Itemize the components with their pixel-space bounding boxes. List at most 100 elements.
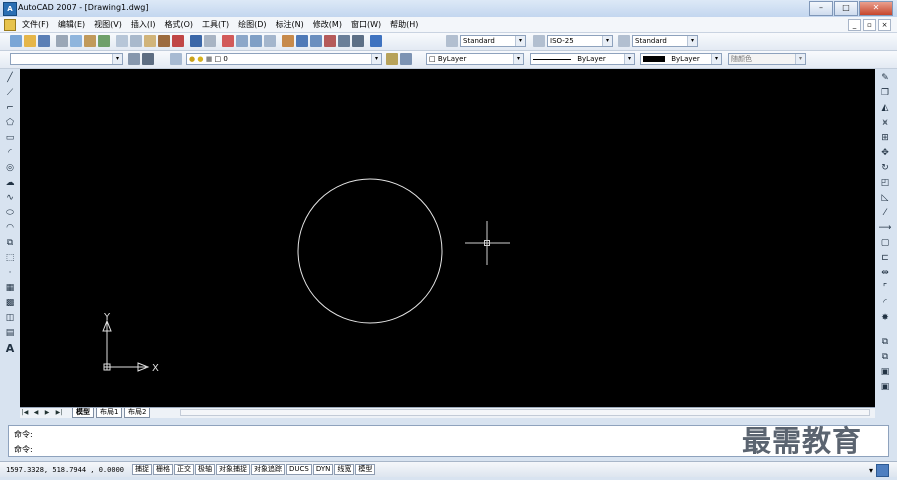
menu-item-1[interactable]: 编辑(E) xyxy=(58,19,85,30)
print-preview-icon[interactable] xyxy=(70,35,82,47)
workspace-select[interactable]: ▾ xyxy=(10,53,123,65)
autocad-app-icon[interactable]: A xyxy=(3,2,17,16)
construction-line-icon[interactable]: ⟋ xyxy=(4,87,16,99)
chevron-down-icon[interactable]: ▾ xyxy=(711,54,721,64)
spline-icon[interactable]: ∿ xyxy=(4,192,16,204)
text-style-icon[interactable] xyxy=(446,35,458,47)
copy-icon[interactable] xyxy=(130,35,142,47)
tab-first-button[interactable]: |◀ xyxy=(21,409,29,417)
3d-dwf-icon[interactable] xyxy=(98,35,110,47)
zoom-previous-icon[interactable] xyxy=(264,35,276,47)
doc-minimize-button[interactable]: _ xyxy=(848,19,861,31)
properties-icon[interactable] xyxy=(282,35,294,47)
workspace-settings-icon[interactable] xyxy=(128,53,140,65)
menu-item-2[interactable]: 视图(V) xyxy=(94,19,122,30)
layer-select[interactable]: ● ● ■ □ 0 ▾ xyxy=(186,53,382,65)
doc-restore-button[interactable]: ▫ xyxy=(863,19,876,31)
cut-icon[interactable] xyxy=(116,35,128,47)
close-button[interactable]: ✕ xyxy=(859,1,893,16)
tab-last-button[interactable]: ▶| xyxy=(55,409,63,417)
draw-order-front-icon[interactable]: ⧉ xyxy=(879,336,891,348)
status-toggle-1[interactable]: 栅格 xyxy=(153,464,173,475)
zoom-realtime-icon[interactable] xyxy=(236,35,248,47)
table-style-select[interactable]: Standard ▾ xyxy=(632,35,698,47)
draw-order-back-icon[interactable]: ⧉ xyxy=(879,351,891,363)
chevron-down-icon[interactable]: ▾ xyxy=(515,36,525,46)
tab-next-button[interactable]: ▶ xyxy=(43,409,51,417)
chevron-down-icon[interactable]: ▾ xyxy=(602,36,612,46)
horizontal-scrollbar[interactable] xyxy=(180,409,870,416)
dim-style-select[interactable]: ISO-25 ▾ xyxy=(547,35,613,47)
trim-icon[interactable]: ⁄ xyxy=(879,207,891,219)
status-toggle-3[interactable]: 极轴 xyxy=(195,464,215,475)
pan-icon[interactable] xyxy=(222,35,234,47)
save-icon[interactable] xyxy=(38,35,50,47)
paste-icon[interactable] xyxy=(144,35,156,47)
erase-icon[interactable]: ✎ xyxy=(879,72,891,84)
publish-icon[interactable] xyxy=(84,35,96,47)
tab-layout2[interactable]: 布局2 xyxy=(124,408,151,418)
offset-icon[interactable]: ⩙ xyxy=(879,117,891,129)
redo-icon[interactable] xyxy=(204,35,216,47)
print-icon[interactable] xyxy=(56,35,68,47)
layer-manager-icon[interactable] xyxy=(170,53,182,65)
break-icon[interactable]: ⊏ xyxy=(879,252,891,264)
dim-style-icon[interactable] xyxy=(533,35,545,47)
circle-icon[interactable]: ◎ xyxy=(4,162,16,174)
polyline-icon[interactable]: ⌐ xyxy=(4,102,16,114)
make-current-layer-icon[interactable] xyxy=(386,53,398,65)
send-under-icon[interactable]: ▣ xyxy=(879,381,891,393)
lineweight-select[interactable]: ByLayer ▾ xyxy=(640,53,722,65)
point-icon[interactable]: · xyxy=(4,267,16,279)
block-editor-icon[interactable] xyxy=(172,35,184,47)
status-toggle-6[interactable]: DUCS xyxy=(286,464,312,475)
zoom-window-icon[interactable] xyxy=(250,35,262,47)
line-icon[interactable]: ╱ xyxy=(4,72,16,84)
text-style-select[interactable]: Standard ▾ xyxy=(460,35,526,47)
ellipse-icon[interactable]: ⬭ xyxy=(4,207,16,219)
region-icon[interactable]: ◫ xyxy=(4,312,16,324)
calculator-icon[interactable] xyxy=(352,35,364,47)
status-toggle-8[interactable]: 线宽 xyxy=(334,464,355,475)
clean-screen-icon[interactable] xyxy=(876,464,889,477)
ellipse-arc-icon[interactable]: ◠ xyxy=(4,222,16,234)
plotstyle-select[interactable]: 随颜色 ▾ xyxy=(728,53,806,65)
chamfer-icon[interactable]: ⌜ xyxy=(879,282,891,294)
linetype-select[interactable]: ByLayer ▾ xyxy=(530,53,635,65)
menu-item-10[interactable]: 帮助(H) xyxy=(390,19,418,30)
rotate-icon[interactable]: ↻ xyxy=(879,162,891,174)
my-workspace-icon[interactable] xyxy=(142,53,154,65)
status-toggle-9[interactable]: 模型 xyxy=(355,464,376,475)
chevron-down-icon[interactable]: ▾ xyxy=(371,54,381,64)
fillet-icon[interactable]: ◜ xyxy=(879,297,891,309)
mirror-icon[interactable]: ◭ xyxy=(879,102,891,114)
tab-model[interactable]: 模型 xyxy=(72,408,94,418)
sheet-set-icon[interactable] xyxy=(324,35,336,47)
help-icon[interactable] xyxy=(370,35,382,47)
stretch-icon[interactable]: ◺ xyxy=(879,192,891,204)
table-icon[interactable]: ▤ xyxy=(4,327,16,339)
multiline-text-icon[interactable]: A xyxy=(4,342,16,355)
tab-layout1[interactable]: 布局1 xyxy=(96,408,123,418)
menu-item-3[interactable]: 插入(I) xyxy=(131,19,156,30)
gradient-icon[interactable]: ▩ xyxy=(4,297,16,309)
status-toggle-0[interactable]: 捕捉 xyxy=(132,464,152,475)
minimize-button[interactable]: – xyxy=(809,1,833,16)
explode-icon[interactable]: ✸ xyxy=(879,312,891,324)
menu-item-4[interactable]: 格式(O) xyxy=(164,19,193,30)
revision-cloud-icon[interactable]: ☁ xyxy=(4,177,16,189)
drawing-canvas[interactable]: Y X xyxy=(20,69,875,407)
new-icon[interactable] xyxy=(10,35,22,47)
join-icon[interactable]: ⇹ xyxy=(879,267,891,279)
extend-icon[interactable]: ⟶ xyxy=(879,222,892,234)
chevron-down-icon[interactable]: ▾ xyxy=(687,36,697,46)
bring-above-icon[interactable]: ▣ xyxy=(879,366,891,378)
layer-previous-icon[interactable] xyxy=(400,53,412,65)
undo-icon[interactable] xyxy=(190,35,202,47)
menu-item-6[interactable]: 绘图(D) xyxy=(238,19,266,30)
move-icon[interactable]: ✥ xyxy=(879,147,891,159)
color-select[interactable]: □ ByLayer ▾ xyxy=(426,53,524,65)
scale-icon[interactable]: ◰ xyxy=(879,177,891,189)
status-toggle-2[interactable]: 正交 xyxy=(174,464,194,475)
chevron-down-icon[interactable]: ▾ xyxy=(795,54,805,64)
